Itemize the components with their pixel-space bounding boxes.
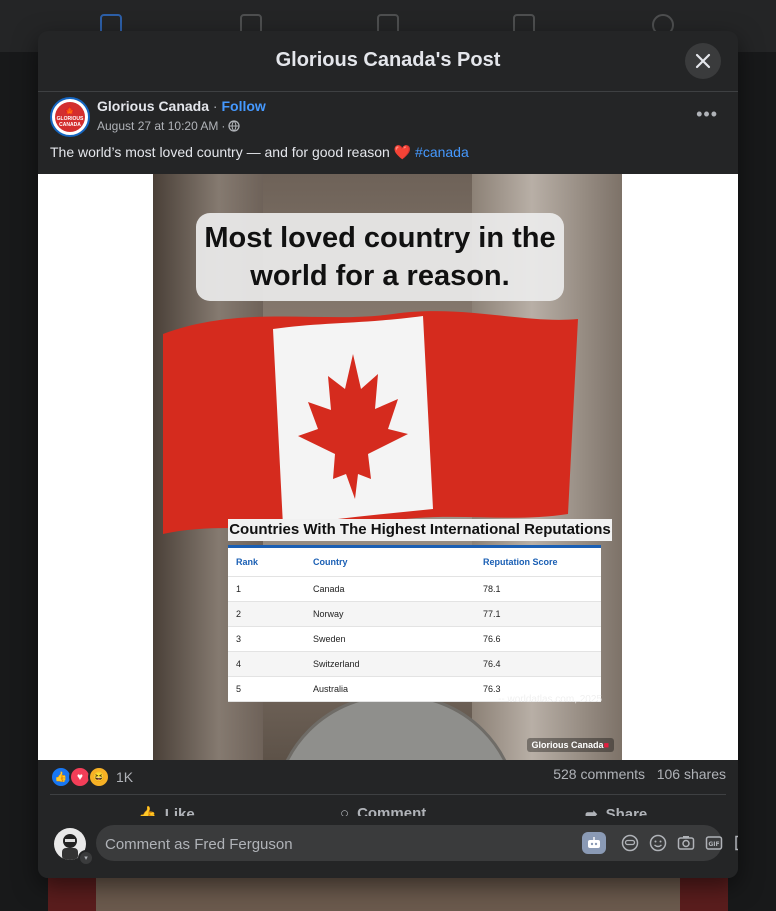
gif-icon[interactable]: GIF (703, 832, 725, 854)
table-row: 1 Canada 78.1 (228, 577, 601, 602)
table-row: 3 Sweden 76.6 (228, 627, 601, 652)
table-cell-country: Switzerland (313, 659, 360, 669)
close-icon (695, 53, 711, 69)
comments-count[interactable]: 528 comments (553, 766, 645, 782)
avatar-sticker-icon[interactable] (619, 832, 641, 854)
column-header: Reputation Score (483, 557, 558, 567)
page-logo: 🍁 GLORIOUS CANADA (55, 102, 85, 132)
svg-text:GIF: GIF (708, 841, 719, 848)
table-cell-score: 76.3 (483, 684, 501, 694)
brand-watermark: Glorious Canada■ (526, 738, 614, 752)
follow-button[interactable]: Follow (221, 98, 265, 114)
table-cell-rank: 1 (236, 584, 242, 594)
table-cell-country: Sweden (313, 634, 346, 644)
heart-emoji-icon: ❤️ (393, 144, 412, 160)
chevron-down-icon[interactable]: ▾ (78, 850, 94, 866)
more-icon: ••• (696, 104, 718, 124)
page-avatar[interactable]: 🍁 GLORIOUS CANADA (50, 97, 90, 137)
emoji-icon[interactable] (647, 832, 669, 854)
table-row: 2 Norway 77.1 (228, 602, 601, 627)
caption-text: The world’s most loved country — and for… (50, 144, 390, 160)
post-media: Most loved country in the world for a re… (38, 174, 738, 760)
globe-icon (228, 120, 241, 132)
shares-count[interactable]: 106 shares (657, 766, 726, 782)
image-headline: Most loved country in the world for a re… (196, 213, 564, 301)
table-cell-score: 78.1 (483, 584, 501, 594)
sticker-icon[interactable] (731, 832, 738, 854)
source-credit: -- worldatlas.com, 2025 (498, 694, 602, 705)
post-stats: 👍 ♥ 😆 1K 528 comments 106 shares (50, 766, 726, 788)
table-cell-score: 77.1 (483, 609, 501, 619)
table-cell-rank: 5 (236, 684, 242, 694)
comment-box: GIF (96, 825, 738, 863)
comment-composer: ▾ GIF (38, 816, 738, 878)
post-caption: The world’s most loved country — and for… (50, 144, 469, 161)
table-cell-rank: 2 (236, 609, 242, 619)
name-separator: · (209, 98, 222, 114)
comment-input[interactable] (103, 825, 537, 863)
close-button[interactable] (685, 43, 721, 79)
table-cell-country: Canada (313, 584, 345, 594)
reputation-table: Rank Country Reputation Score 1 Canada 7… (228, 545, 601, 702)
table-cell-country: Norway (313, 609, 344, 619)
reaction-count: 1K (116, 769, 134, 785)
meta-separator: · (221, 119, 226, 133)
post-meta: August 27 at 10:20 AM · (97, 119, 241, 133)
modal-title: Glorious Canada's Post (275, 49, 501, 71)
brand-text: Glorious Canada (531, 740, 604, 750)
author-name[interactable]: Glorious Canada (97, 98, 209, 114)
table-cell-country: Australia (313, 684, 349, 694)
post-header: 🍁 GLORIOUS CANADA Glorious Canada · Foll… (38, 92, 738, 147)
logo-text-bottom: CANADA (59, 121, 81, 128)
more-options-button[interactable]: ••• (696, 104, 718, 125)
hashtag-link[interactable]: #canada (415, 144, 469, 160)
modal-header: Glorious Canada's Post (38, 31, 738, 92)
table-cell-rank: 3 (236, 634, 242, 644)
table-cell-score: 76.4 (483, 659, 501, 669)
author-line: Glorious Canada · Follow (97, 98, 266, 114)
post-modal: Glorious Canada's Post 🍁 GLORIOUS CANADA… (38, 31, 738, 878)
engagement-counts: 528 comments 106 shares (553, 766, 726, 782)
canada-flag-icon (163, 311, 578, 534)
table-cell-rank: 4 (236, 659, 242, 669)
table-header-row: Rank Country Reputation Score (228, 548, 601, 577)
haha-reaction-icon: 😆 (88, 766, 110, 788)
column-header: Country (313, 557, 348, 567)
post-timestamp[interactable]: August 27 at 10:20 AM (97, 119, 218, 133)
background-post-image (96, 878, 680, 911)
post-photo[interactable]: Most loved country in the world for a re… (153, 174, 622, 760)
avatar-bot-icon[interactable] (582, 832, 606, 854)
camera-icon[interactable] (675, 832, 697, 854)
column-header: Rank (236, 557, 259, 567)
table-title: Countries With The Highest International… (228, 519, 612, 541)
table-cell-score: 76.6 (483, 634, 501, 644)
reactions-summary[interactable]: 👍 ♥ 😆 1K (50, 766, 133, 788)
maple-leaf-icon: ■ (603, 740, 609, 750)
table-row: 4 Switzerland 76.4 (228, 652, 601, 677)
